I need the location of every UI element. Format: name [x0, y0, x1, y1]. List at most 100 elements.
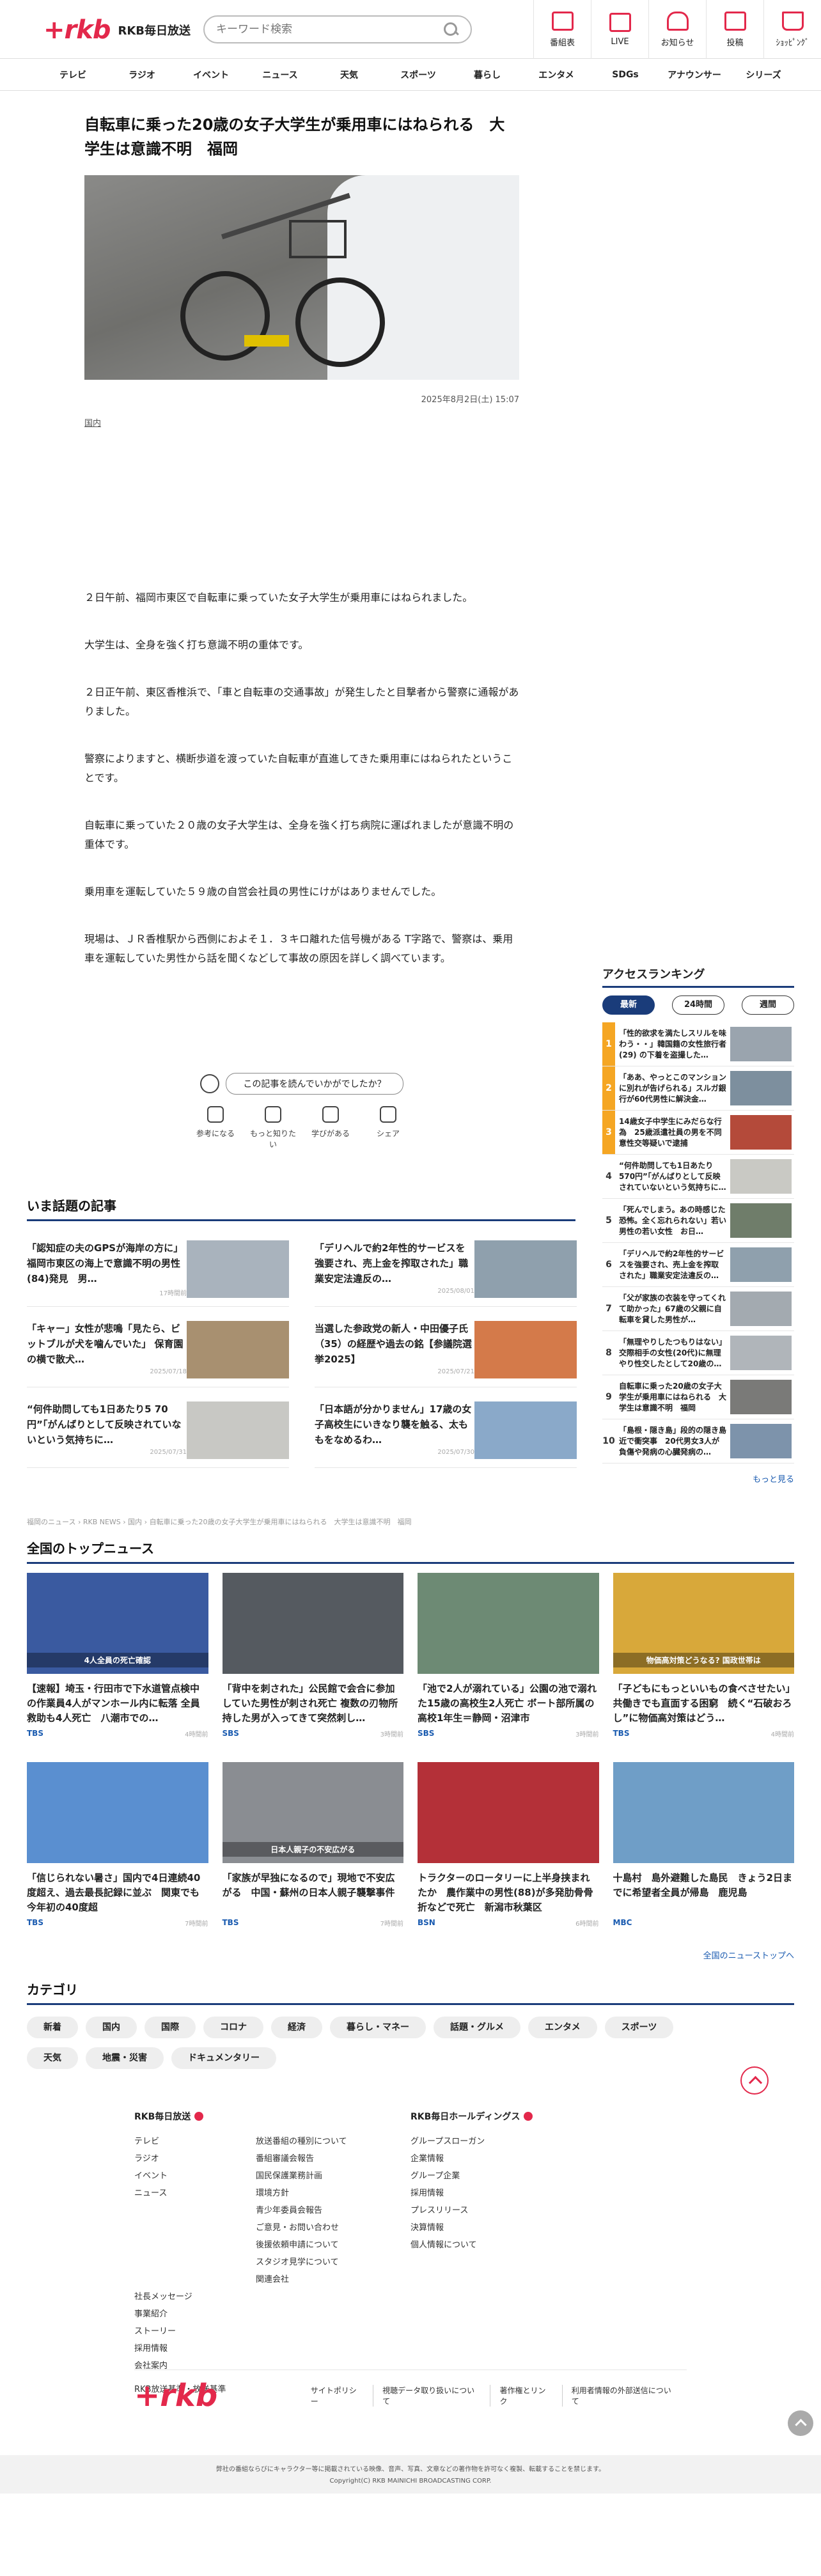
category-chip[interactable]: 暮らし・マネー: [330, 2017, 426, 2038]
footer-link[interactable]: 後援依頼申請について: [256, 2236, 377, 2254]
nav-item-announcer[interactable]: アナウンサー: [660, 68, 729, 81]
national-news-item[interactable]: トラクターのロータリーに上半身挟まれたか 農作業中の男性(88)が多発肋骨骨折な…: [418, 1762, 599, 1951]
footer-link-viewing-data[interactable]: 視聴データ取り扱いについて: [373, 2384, 490, 2407]
reaction-button-learn[interactable]: 学びがある: [308, 1106, 354, 1150]
header-link-schedule[interactable]: 番組表: [533, 0, 591, 59]
footer-link[interactable]: 国民保護業務計画: [256, 2167, 377, 2185]
category-chip[interactable]: 地震・災害: [86, 2047, 164, 2069]
category-chip[interactable]: 話題・グルメ: [434, 2017, 520, 2038]
ranking-item[interactable]: 6 「デリヘルで約2年性的サービスを強要され、売上金を搾取された」職業安定法違反の…: [602, 1243, 794, 1287]
category-chip[interactable]: 国内: [86, 2017, 137, 2038]
footer-link[interactable]: ご意見・お問い合わせ: [256, 2219, 377, 2236]
footer-link[interactable]: 放送番組の種別について: [256, 2133, 377, 2150]
share-button[interactable]: シェア: [365, 1106, 411, 1150]
national-news-item[interactable]: 物価高対策どうなる? 国政世帯は 「子どもにもっといいもの食べさせたい」共働きでも…: [613, 1573, 794, 1762]
footer-link-external-sending[interactable]: 利用者情報の外部送信について: [561, 2384, 687, 2407]
search-input[interactable]: [216, 23, 442, 36]
trending-item[interactable]: “何件助問しても1日あたり5 70円”「がんばりとして反映されていないという気持…: [27, 1396, 289, 1468]
national-news-item[interactable]: 日本人親子の不安広がる 「家族が早独になるので」現地で不安広がる 中国・蘇州の日本…: [222, 1762, 403, 1951]
footer-link[interactable]: 企業情報: [410, 2150, 532, 2167]
nav-item-news[interactable]: ニュース: [246, 68, 315, 81]
national-news-item[interactable]: 「背中を刺された」公民館で会合に参加していた男性が刺され死亡 複数の刃物所持した…: [222, 1573, 403, 1762]
footer-link[interactable]: 環境方針: [256, 2185, 377, 2202]
ranking-item[interactable]: 3 14歳女子中学生にみだらな行為 25歳派遣社員の男を不同意性交等疑いで逮捕: [602, 1111, 794, 1155]
national-news-item[interactable]: 「信じられない暑さ」国内で4日連続40度超え、過去最長記録に並ぶ 関東でも今年初…: [27, 1762, 208, 1951]
category-chip[interactable]: ドキュメンタリー: [171, 2047, 276, 2069]
site-logo[interactable]: +rkb RKB毎日放送: [43, 15, 191, 45]
footer-link-site-policy[interactable]: サイトポリシー: [302, 2385, 373, 2407]
ranking-more-link[interactable]: もっと見る: [602, 1472, 794, 1485]
nav-item-event[interactable]: イベント: [176, 68, 246, 81]
ranking-tab-weekly[interactable]: 週間: [742, 995, 794, 1015]
back-to-top-button[interactable]: [740, 2066, 769, 2095]
footer-link[interactable]: 青少年委員会報告: [256, 2202, 377, 2219]
nav-item-entame[interactable]: エンタメ: [522, 68, 591, 81]
footer-link[interactable]: プレスリリース: [410, 2202, 532, 2219]
footer-link-copyright[interactable]: 著作権とリンク: [490, 2384, 561, 2407]
header-link-label: ｼｮｯﾋﾟﾝｸﾞ: [776, 38, 809, 48]
category-chip[interactable]: コロナ: [203, 2017, 263, 2038]
trending-item[interactable]: 「日本語が分かりません」17歳の女子高校生にいきなり襲を触る、太ももをなめるわ……: [315, 1396, 577, 1468]
footer-link[interactable]: イベント: [134, 2167, 256, 2185]
reaction-button-more[interactable]: もっと知りたい: [250, 1106, 296, 1150]
national-news-item[interactable]: 十島村 島外避難した島民 きょう2日までに希望者全員が帰島 鹿児島 MBC: [613, 1762, 794, 1951]
header-link-notice[interactable]: お知らせ: [648, 0, 706, 59]
category-chip[interactable]: 新着: [27, 2017, 78, 2038]
footer-link[interactable]: ニュース: [134, 2185, 256, 2202]
footer-link[interactable]: 番組審議会報告: [256, 2150, 377, 2167]
footer-link[interactable]: 採用情報: [410, 2185, 532, 2202]
ranking-item[interactable]: 9 自転車に乗った20歳の女子大学生が乗用車にはねられる 大学生は意識不明 福岡: [602, 1375, 794, 1419]
footer-logo[interactable]: +rkb: [134, 2378, 302, 2414]
footer-link[interactable]: 事業紹介: [134, 2306, 256, 2323]
footer-link[interactable]: グループ企業: [410, 2167, 532, 2185]
footer-link[interactable]: テレビ: [134, 2133, 256, 2150]
footer-link[interactable]: 採用情報: [134, 2340, 256, 2357]
nav-item-life[interactable]: 暮らし: [453, 68, 522, 81]
footer-link[interactable]: グループスローガン: [410, 2133, 532, 2150]
national-news-item[interactable]: 4人全員の死亡確認 【速報】埼玉・行田市で下水道管点検中の作業員4人がマンホール内…: [27, 1573, 208, 1762]
reaction-button-helpful[interactable]: 参考になる: [192, 1106, 238, 1150]
footer-link[interactable]: 関連会社: [256, 2271, 377, 2288]
nav-item-series[interactable]: シリーズ: [729, 68, 798, 81]
article-category-link[interactable]: 国内: [84, 416, 519, 428]
footer-link[interactable]: 社長メッセージ: [134, 2288, 256, 2306]
trending-item[interactable]: 「認知症の夫のGPSが海岸の方に」福岡市東区の海上で意識不明の男性(84)発見 …: [27, 1235, 289, 1307]
trending-item[interactable]: 「デリヘルで約2年性的サービスを強要され、売上金を搾取された」職業安定法違反の……: [315, 1235, 577, 1307]
ranking-tab-latest[interactable]: 最新: [602, 995, 655, 1015]
ranking-item[interactable]: 4 “何件助問しても1日あたり570円”「がんばりとして反映されていないという気持…: [602, 1155, 794, 1199]
footer-link[interactable]: ラジオ: [134, 2150, 256, 2167]
scroll-top-button[interactable]: [788, 2410, 813, 2436]
nav-item-tv[interactable]: テレビ: [38, 68, 107, 81]
footer-link[interactable]: 決算情報: [410, 2219, 532, 2236]
category-chip[interactable]: スポーツ: [604, 2017, 674, 2038]
category-chip[interactable]: 天気: [27, 2047, 78, 2069]
category-chip[interactable]: 経済: [271, 2017, 322, 2038]
nav-item-sdgs[interactable]: SDGs: [591, 70, 660, 80]
ranking-item[interactable]: 8 「無理やりしたつもりはない」交際相手の女性(20代)に無理やり性交したとして2…: [602, 1331, 794, 1375]
nav-item-radio[interactable]: ラジオ: [107, 68, 176, 81]
ranking-item[interactable]: 1 「性的欲求を満たしスリルを味わう・・」韓国籍の女性旅行者(29) の下着を盗撮…: [602, 1022, 794, 1066]
trending-item[interactable]: 「キャー」女性が悲鳴「見たら、ビットブルが犬を噛んでいた」 保育園の横で散犬… 2…: [27, 1316, 289, 1387]
footer-link[interactable]: 個人情報について: [410, 2236, 532, 2254]
ranking-item[interactable]: 7 「父が家族の衣装を守ってくれて助かった」67歳の父親に自転車を貸した男性が…: [602, 1287, 794, 1331]
footer-col-title[interactable]: RKB毎日ホールディングス: [410, 2110, 687, 2123]
nav-item-sports[interactable]: スポーツ: [384, 68, 453, 81]
ranking-item[interactable]: 5 「死んでしまう。あの時感じた恐怖。全く忘れられない」若い男性の若い女性 お日…: [602, 1199, 794, 1243]
trending-item[interactable]: 当選した参政党の新人・中田優子氏（35）の経歴や過去の銘【参議院選挙2025】 2…: [315, 1316, 577, 1387]
ranking-item[interactable]: 2 「ああ、やっとこのマンションに別れが告げられる」スルガ銀行が60代男性に解決金…: [602, 1066, 794, 1111]
header-link-post[interactable]: 投稿: [706, 0, 763, 59]
header-link-shopping[interactable]: ｼｮｯﾋﾟﾝｸﾞ: [763, 0, 821, 59]
ranking-tab-24h[interactable]: 24時間: [672, 995, 724, 1015]
search-icon[interactable]: [442, 21, 459, 38]
breadcrumb[interactable]: 福岡のニュース › RKB NEWS › 国内 › 自転車に乗った20歳の女子大…: [27, 1517, 412, 1527]
nav-item-weather[interactable]: 天気: [315, 68, 384, 81]
national-news-item[interactable]: 「池で2人が溺れている」公園の池で溺れた15歳の高校生2人死亡 ボート部所属の高…: [418, 1573, 599, 1762]
header-link-live[interactable]: LIVE: [591, 0, 648, 59]
footer-link[interactable]: ストーリー: [134, 2323, 256, 2340]
photo-basket-shape: [289, 220, 347, 258]
category-chip[interactable]: 国際: [145, 2017, 196, 2038]
ranking-item[interactable]: 10 「島根・隠き島」段的の隠き島近で衝突事 20代男女3人が負傷や発病の心臓発病…: [602, 1419, 794, 1464]
footer-link[interactable]: スタジオ見学について: [256, 2254, 377, 2271]
footer-col-title[interactable]: RKB毎日放送: [134, 2110, 410, 2123]
category-chip[interactable]: エンタメ: [528, 2017, 597, 2038]
